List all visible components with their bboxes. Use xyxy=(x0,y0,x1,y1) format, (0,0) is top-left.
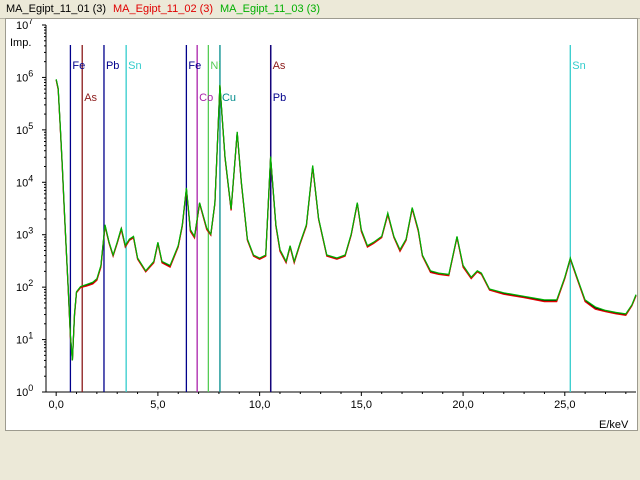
marker-label-pb: Pb xyxy=(273,92,286,104)
x-tick-label: 25,0 xyxy=(554,399,575,411)
y-tick-label: 105 xyxy=(16,121,33,137)
axes-group: 100 101 102 103 104 105 106 107 0,0 5,0 10,0 15,0 20… xyxy=(16,16,636,411)
y-tick-label: 104 xyxy=(16,173,33,189)
y-axis-label: Imp. xyxy=(10,37,31,49)
y-tick-label: 107 xyxy=(16,19,33,32)
legend-bar: MA_Egipt_11_01 (3) MA_Egipt_11_02 (3) MA… xyxy=(0,0,640,19)
x-axis-label: E/keV xyxy=(599,419,629,430)
marker-label-pb: Pb xyxy=(106,60,119,72)
bottom-panel xyxy=(0,432,640,480)
series-line-2 xyxy=(55,80,637,361)
x-tick-label: 0,0 xyxy=(49,399,64,411)
series-group xyxy=(55,79,637,361)
marker-label-as: As xyxy=(273,60,286,72)
marker-label-cu: Cu xyxy=(222,92,236,104)
series-line-3 xyxy=(55,79,637,361)
y-tick-label: 100 xyxy=(16,383,33,399)
marker-label-sn: Sn xyxy=(128,60,141,72)
spectrum-chart[interactable]: 100 101 102 103 104 105 106 107 0,0 5,0 10,0 15,0 20… xyxy=(6,16,637,431)
legend-entry-series-2[interactable]: MA_Egipt_11_02 (3) xyxy=(113,0,213,18)
x-tick-label: 5,0 xyxy=(150,399,165,411)
element-markers-group xyxy=(69,45,571,392)
marker-label-fe: Fe xyxy=(188,60,201,72)
marker-label-fe: Fe xyxy=(72,60,85,72)
y-tick-label: 106 xyxy=(16,68,33,84)
x-tick-label: 15,0 xyxy=(351,399,372,411)
y-tick-label: 103 xyxy=(16,226,33,242)
legend-entry-series-1[interactable]: MA_Egipt_11_01 (3) xyxy=(6,0,106,18)
marker-label-as: As xyxy=(84,92,97,104)
labels-group: Fe Co Ni Cu As Pb Pb Sn Sn Fe As xyxy=(72,60,585,104)
spectrum-plot-area[interactable]: 100 101 102 103 104 105 106 107 0,0 5,0 10,0 15,0 20… xyxy=(5,16,638,431)
marker-label-co: Co xyxy=(199,92,213,104)
x-tick-label: 10,0 xyxy=(249,399,270,411)
y-tick-label: 102 xyxy=(16,278,33,294)
x-tick-label: 20,0 xyxy=(452,399,473,411)
series-line-1 xyxy=(55,79,637,361)
y-tick-label: 101 xyxy=(16,331,33,347)
marker-label-sn: Sn xyxy=(572,60,585,72)
legend-entry-series-3[interactable]: MA_Egipt_11_03 (3) xyxy=(220,0,320,18)
marker-label-ni: Ni xyxy=(210,60,220,72)
